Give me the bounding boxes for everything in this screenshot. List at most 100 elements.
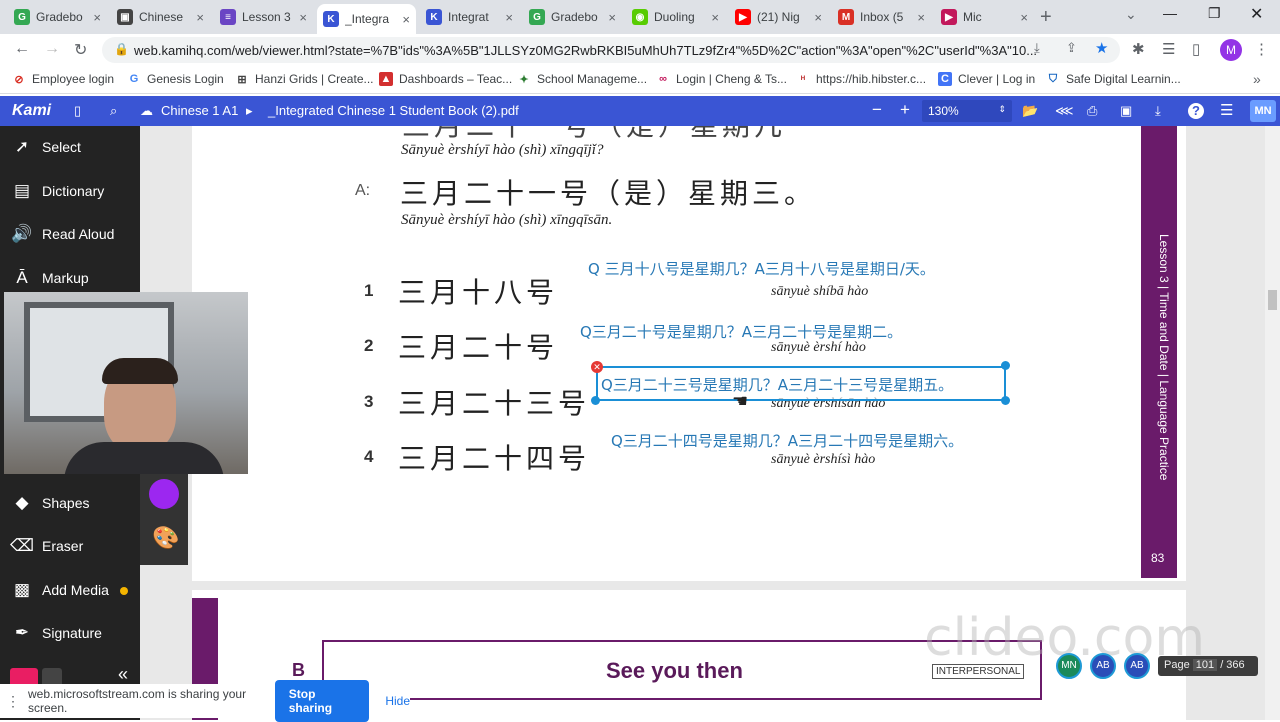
browser-menu-icon[interactable]: ⋮: [1254, 40, 1269, 58]
browser-tab[interactable]: G Gradebo ×: [523, 4, 622, 30]
pen-icon: ✒: [14, 623, 30, 642]
close-window-button[interactable]: ✕: [1250, 4, 1263, 24]
close-tab-icon[interactable]: ×: [93, 10, 101, 25]
profile-avatar[interactable]: M: [1220, 39, 1242, 61]
close-tab-icon[interactable]: ×: [917, 10, 925, 25]
zoom-in-button[interactable]: +: [900, 100, 910, 120]
bookmark-star-icon[interactable]: ★: [1095, 39, 1108, 57]
extensions-icon[interactable]: ✱: [1132, 40, 1145, 58]
tab-favicon-icon: G: [14, 9, 30, 25]
tool-dictionary[interactable]: ▤ Dictionary: [0, 170, 140, 212]
restore-button[interactable]: ❐: [1208, 5, 1221, 22]
clever-icon: C: [938, 72, 952, 86]
eraser-icon: ⌫: [10, 536, 35, 555]
tab-search-icon[interactable]: ⌄: [1125, 6, 1137, 23]
bookmark-safe-digital[interactable]: ⛉ Safe Digital Learnin...: [1046, 72, 1181, 86]
user-badge[interactable]: MN: [1250, 100, 1276, 122]
side-panel-icon[interactable]: ▯: [1192, 40, 1200, 58]
close-tab-icon[interactable]: ×: [608, 10, 616, 25]
tool-add-media[interactable]: ▩ Add Media: [0, 569, 140, 611]
install-icon[interactable]: ⤓: [1034, 40, 1040, 56]
bookmark-hibster[interactable]: ᴴ https://hib.hibster.c...: [796, 72, 926, 86]
sidebar-toggle-icon[interactable]: ▯: [74, 103, 81, 119]
close-tab-icon[interactable]: ×: [711, 10, 719, 25]
bookmark-dashboards[interactable]: ▲ Dashboards – Teac...: [379, 72, 512, 86]
new-tab-button[interactable]: +: [1040, 6, 1052, 29]
bookmark-genesis-login[interactable]: G Genesis Login: [127, 72, 224, 86]
browser-tab[interactable]: K Integrat ×: [420, 4, 519, 30]
tool-eraser[interactable]: ⌫ Eraser: [0, 525, 140, 567]
share-icon[interactable]: ⇪: [1066, 40, 1077, 56]
browser-tab[interactable]: ◉ Duoling ×: [626, 4, 725, 30]
lock-icon: 🔒: [114, 42, 129, 56]
color-picker-purple[interactable]: [149, 479, 179, 509]
help-icon[interactable]: ?: [1188, 103, 1204, 119]
browser-tab[interactable]: ▶ (21) Nig ×: [729, 4, 828, 30]
collaborator-avatar[interactable]: MN: [1056, 653, 1082, 679]
browser-tab[interactable]: ≡ Lesson 3 ×: [214, 4, 313, 30]
minimize-button[interactable]: —: [1163, 5, 1177, 21]
close-tab-icon[interactable]: ×: [299, 10, 307, 25]
bookmark-school-management[interactable]: ✦ School Manageme...: [517, 72, 647, 86]
reading-list-icon[interactable]: ☰: [1162, 40, 1175, 58]
browser-tab[interactable]: ▣ Chinese ×: [111, 4, 210, 30]
typed-answer-4[interactable]: Q三月二十四号是星期几？A三月二十四号是星期六。: [611, 430, 963, 451]
kami-menu-icon[interactable]: ☰: [1220, 101, 1233, 119]
tool-signature[interactable]: ✒ Signature: [0, 612, 140, 654]
page-counter[interactable]: Page 101 / 366: [1158, 656, 1258, 676]
close-tab-icon[interactable]: ×: [196, 10, 204, 25]
zoom-select[interactable]: 130% ⇕: [922, 100, 1012, 122]
address-bar[interactable]: 🔒 web.kamihq.com/web/viewer.html?state=%…: [102, 37, 1120, 63]
drag-handle-icon[interactable]: ⋮: [6, 693, 20, 710]
resize-handle[interactable]: [1001, 361, 1010, 370]
bookmark-clever[interactable]: C Clever | Log in: [938, 72, 1035, 86]
save-icon[interactable]: ▣: [1120, 103, 1132, 119]
hide-button[interactable]: Hide: [385, 694, 410, 708]
close-tab-icon[interactable]: ×: [505, 10, 513, 25]
scrollbar-thumb[interactable]: [1268, 290, 1277, 310]
stop-sharing-button[interactable]: Stop sharing: [274, 680, 370, 722]
download-icon[interactable]: ⤓: [1155, 103, 1161, 119]
more-bookmarks-icon[interactable]: »: [1253, 71, 1261, 87]
item-number: 1: [364, 281, 374, 300]
browser-tab[interactable]: G Gradebo ×: [8, 4, 107, 30]
close-tab-icon[interactable]: ×: [1020, 10, 1028, 25]
scrollbar[interactable]: [1265, 126, 1280, 720]
zoom-out-button[interactable]: −: [872, 100, 882, 120]
search-icon[interactable]: ⌕: [110, 103, 117, 119]
lesson-side-stripe: Lesson 3 | Time and Date | Language Prac…: [1141, 126, 1177, 578]
forward-button[interactable]: →: [44, 40, 60, 58]
close-tab-icon[interactable]: ×: [402, 12, 410, 27]
document-filename[interactable]: _Integrated Chinese 1 Student Book (2).p…: [268, 103, 519, 118]
resize-handle[interactable]: [1001, 396, 1010, 405]
selected-textbox[interactable]: Q三月二十三号是星期几？A三月二十三号是星期五。: [596, 366, 1006, 401]
collapse-sidebar-icon[interactable]: «: [118, 664, 128, 685]
reload-button[interactable]: ↻: [74, 40, 87, 60]
close-tab-icon[interactable]: ×: [814, 10, 822, 25]
answer-hanzi: 三月二十一号（是）星期三。: [400, 177, 817, 210]
kami-logo[interactable]: Kami: [12, 102, 51, 120]
collaborator-avatar[interactable]: AB: [1090, 653, 1116, 679]
browser-tab[interactable]: M Inbox (5 ×: [832, 4, 931, 30]
tool-select[interactable]: ➚ Select: [0, 126, 140, 168]
breadcrumb-folder[interactable]: Chinese 1 A1: [161, 103, 238, 118]
bookmark-cheng-tsui[interactable]: ∞ Login | Cheng & Ts...: [656, 72, 787, 86]
print-icon[interactable]: ⎙: [1087, 103, 1097, 119]
back-button[interactable]: ←: [14, 40, 30, 58]
browser-tab[interactable]: K _Integra ×: [317, 4, 416, 34]
palette-icon[interactable]: 🎨: [152, 525, 179, 551]
typed-answer-2[interactable]: Q三月二十号是星期几？A三月二十号是星期二。: [580, 321, 902, 342]
webcam-overlay[interactable]: [4, 292, 248, 474]
typed-answer-1[interactable]: Q 三月十八号是星期几？A三月十八号是星期日/天。: [588, 258, 935, 279]
delete-textbox-icon[interactable]: ✕: [591, 361, 603, 373]
open-folder-icon[interactable]: 📂: [1022, 103, 1038, 119]
share-icon[interactable]: ⋘: [1055, 103, 1074, 119]
bookmark-hanzi-grids[interactable]: ⊞ Hanzi Grids | Create...: [235, 72, 373, 86]
collaborator-avatar[interactable]: AB: [1124, 653, 1150, 679]
bookmark-employee-login[interactable]: ⊘ Employee login: [12, 72, 114, 86]
tool-read-aloud[interactable]: 🔊 Read Aloud: [0, 213, 140, 255]
browser-tab[interactable]: ▶ Mic ×: [935, 4, 1034, 30]
typed-answer-3[interactable]: Q三月二十三号是星期几？A三月二十三号是星期五。: [601, 374, 953, 395]
tool-shapes[interactable]: ◆ Shapes: [0, 482, 140, 524]
resize-handle[interactable]: [591, 396, 600, 405]
